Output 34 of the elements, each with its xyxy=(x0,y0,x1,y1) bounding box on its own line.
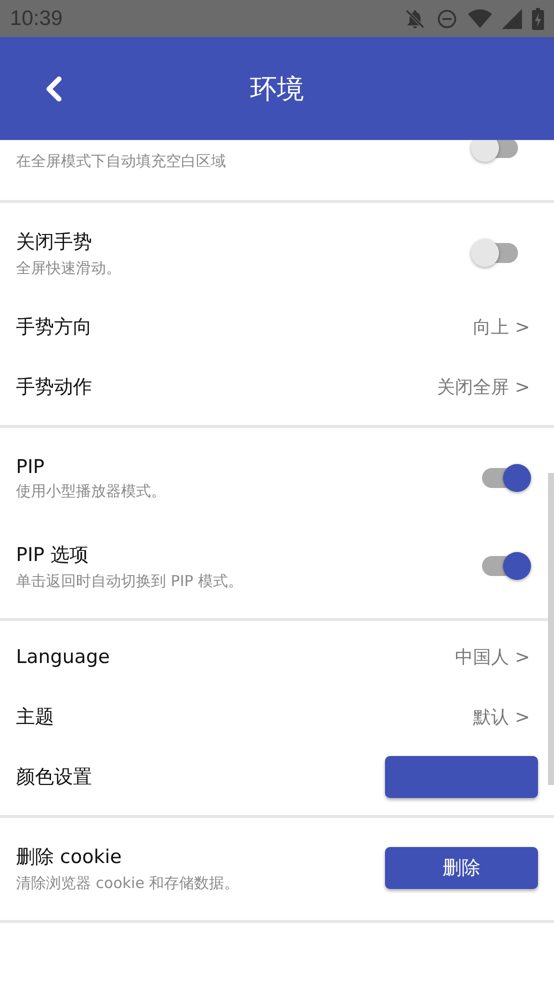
toggle-switch[interactable] xyxy=(482,463,532,493)
do-not-disturb-icon xyxy=(436,8,458,30)
setting-description: 使用小型播放器模式。 xyxy=(16,482,166,500)
setting-title: 删除 cookie xyxy=(16,844,123,870)
setting-value[interactable]: 向上 > xyxy=(473,315,530,339)
toggle-switch[interactable] xyxy=(470,238,520,268)
notifications-off-icon xyxy=(404,8,426,30)
wifi-icon xyxy=(468,8,492,30)
delete-button[interactable]: 删除 xyxy=(385,847,538,889)
status-time: 10:39 xyxy=(10,6,63,30)
setting-title: 颜色设置 xyxy=(16,765,92,790)
setting-value[interactable]: 默认 > xyxy=(473,705,530,729)
toggle-switch[interactable] xyxy=(482,551,532,581)
setting-title: 手势动作 xyxy=(16,375,92,400)
screen-title: 环境 xyxy=(250,72,304,106)
battery-icon xyxy=(532,8,544,30)
scrollbar[interactable] xyxy=(548,473,554,785)
setting-description: 清除浏览器 cookie 和存储数据。 xyxy=(16,874,240,892)
setting-title: 主题 xyxy=(16,705,54,730)
setting-title: 手势方向 xyxy=(16,315,92,340)
setting-description: 单击返回时自动切换到 PIP 模式。 xyxy=(16,572,244,590)
setting-title: PIP xyxy=(16,456,46,478)
signal-icon xyxy=(502,8,522,28)
setting-description: 全屏快速滑动。 xyxy=(16,258,121,278)
color-swatch-button[interactable] xyxy=(385,756,538,798)
toggle-switch[interactable] xyxy=(470,140,520,163)
setting-value[interactable]: 关闭全屏 > xyxy=(437,375,530,399)
back-icon xyxy=(44,76,64,102)
setting-description: 在全屏模式下自动填充空白区域 xyxy=(16,152,226,171)
setting-title: 关闭手势 xyxy=(16,230,93,254)
setting-title: PIP 选项 xyxy=(16,542,90,568)
setting-value[interactable]: 中国人 > xyxy=(455,645,530,669)
back-button[interactable] xyxy=(44,76,64,102)
setting-title: Language xyxy=(16,646,110,668)
